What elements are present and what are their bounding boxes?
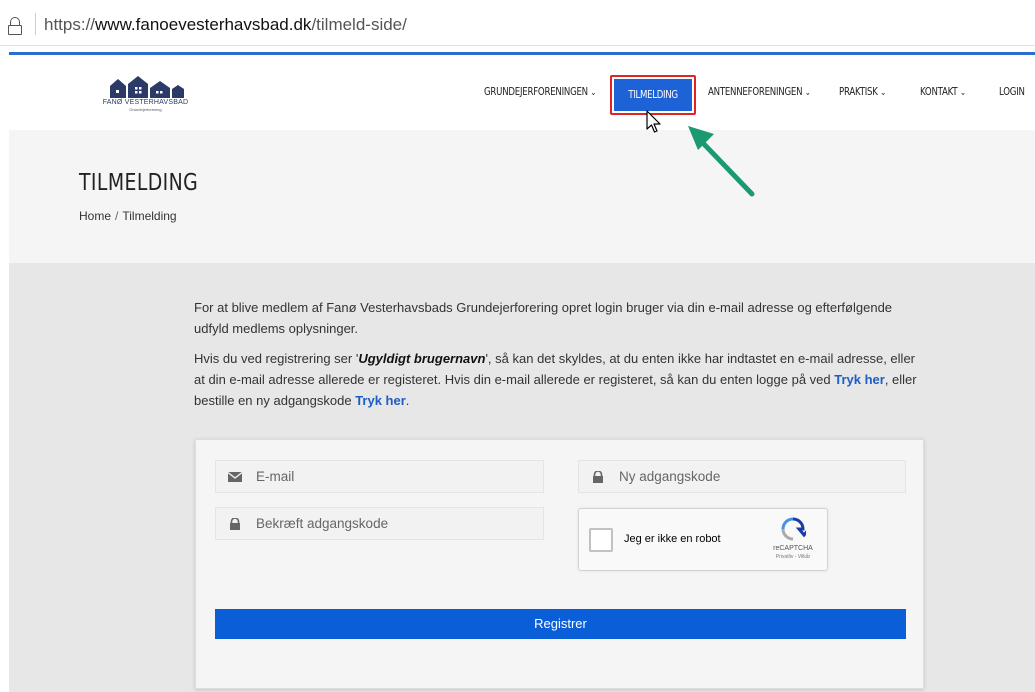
page-title-band: TILMELDING Home / Tilmelding <box>9 130 1035 263</box>
recaptcha-label: Jeg er ikke en robot <box>624 533 721 545</box>
recaptcha-checkbox[interactable] <box>589 528 613 552</box>
intro-p2-text-a: Hvis du ved registrering ser ' <box>194 351 359 366</box>
nav-login-label: LOGIN <box>999 86 1025 98</box>
url-field[interactable]: https://www.fanoevesterhavsbad.dk/tilmel… <box>44 15 407 35</box>
confirm-password-placeholder: Bekræft adgangskode <box>256 516 389 531</box>
page-title: TILMELDING <box>79 170 199 196</box>
email-placeholder: E-mail <box>256 469 295 484</box>
annotation-arrow-icon <box>688 126 755 197</box>
recaptcha-widget: Jeg er ikke en robot reCAPTCHA Privatliv… <box>578 508 828 571</box>
nav-tilmelding-label: TILMELDING <box>628 89 678 101</box>
lock-icon <box>8 17 22 35</box>
breadcrumb: Home / Tilmelding <box>79 209 177 223</box>
recaptcha-terms[interactable]: Privatliv - Vilkår <box>759 554 827 560</box>
nav-praktisk[interactable]: PRAKTISK ⌄ <box>839 86 886 98</box>
nav-grundejerforeningen[interactable]: GRUNDEJERFORENINGEN ⌄ <box>484 86 597 98</box>
chevron-down-icon: ⌄ <box>804 88 811 98</box>
breadcrumb-home[interactable]: Home <box>79 209 111 223</box>
register-button[interactable]: Registrer <box>215 609 906 639</box>
new-password-placeholder: Ny adgangskode <box>619 469 721 484</box>
invalid-username-text: Ugyldigt brugernavn <box>358 351 486 366</box>
mouse-cursor-icon <box>646 110 661 133</box>
nav-kontakt-label: KONTAKT <box>920 86 958 98</box>
email-field[interactable]: E-mail <box>215 460 544 493</box>
breadcrumb-current: Tilmelding <box>122 209 177 223</box>
registration-form: E-mail Ny adgangskode Bekræft adgangskod… <box>195 439 924 689</box>
url-prefix: https:// <box>44 15 96 34</box>
recaptcha-logo-icon <box>781 517 806 541</box>
main-navigation: GRUNDEJERFORENINGEN ⌄ TILMELDING ANTENNEF… <box>9 55 1035 130</box>
reset-password-link[interactable]: Tryk her <box>355 393 406 408</box>
address-separator <box>35 13 36 35</box>
envelope-icon <box>228 471 242 482</box>
intro-paragraph-1: For at blive medlem af Fanø Vesterhavsba… <box>194 300 893 336</box>
intro-paragraph-2: Hvis du ved registrering ser 'Ugyldigt b… <box>194 348 929 411</box>
nav-tilmelding[interactable]: TILMELDING <box>614 79 692 111</box>
chevron-down-icon: ⌄ <box>590 88 597 98</box>
intro-text: For at blive medlem af Fanø Vesterhavsba… <box>194 297 929 420</box>
main-content: For at blive medlem af Fanø Vesterhavsba… <box>9 263 1035 692</box>
site-header: FANØ VESTERHAVSBAD Grundejerforening GRU… <box>9 55 1035 130</box>
nav-praktisk-label: PRAKTISK <box>839 86 878 98</box>
intro-p2-text-d: . <box>405 393 410 408</box>
nav-antenneforeningen-label: ANTENNEFORENINGEN <box>708 86 803 98</box>
confirm-password-field[interactable]: Bekræft adgangskode <box>215 507 544 540</box>
nav-grundejerforeningen-label: GRUNDEJERFORENINGEN <box>484 86 588 98</box>
lock-icon <box>230 518 240 530</box>
recaptcha-brand: reCAPTCHA <box>773 545 813 552</box>
url-domain: www.fanoevesterhavsbad.dk <box>95 15 312 34</box>
chevron-down-icon: ⌄ <box>880 88 887 98</box>
url-path: /tilmeld-side/ <box>311 15 407 34</box>
new-password-field[interactable]: Ny adgangskode <box>578 460 906 493</box>
browser-address-bar: https://www.fanoevesterhavsbad.dk/tilmel… <box>0 0 1035 46</box>
login-link[interactable]: Tryk her <box>834 372 885 387</box>
lock-icon <box>593 471 603 483</box>
nav-kontakt[interactable]: KONTAKT ⌄ <box>920 86 966 98</box>
nav-antenneforeningen[interactable]: ANTENNEFORENINGEN ⌄ <box>708 86 811 98</box>
nav-highlight-box: TILMELDING <box>610 75 696 115</box>
chevron-down-icon: ⌄ <box>959 88 966 98</box>
breadcrumb-separator: / <box>115 209 119 223</box>
nav-login[interactable]: LOGIN <box>999 86 1025 98</box>
